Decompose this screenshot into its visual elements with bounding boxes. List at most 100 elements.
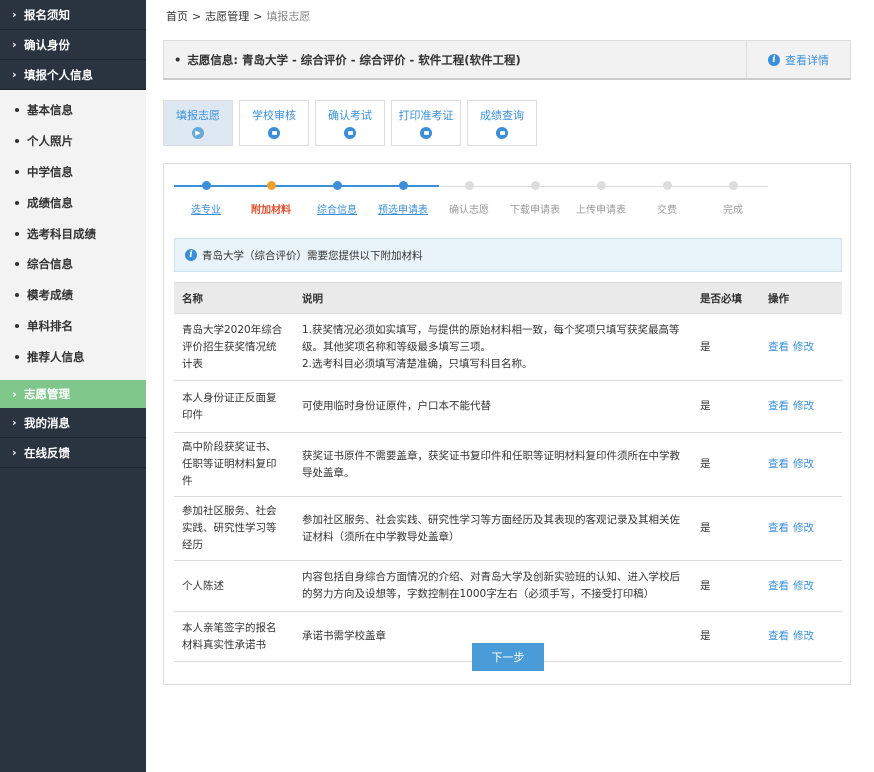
material-required: 是 [692, 380, 760, 433]
lock-icon [496, 127, 508, 139]
step-node [597, 181, 606, 190]
volunteer-info-bar: • 志愿信息: 青岛大学 - 综合评价 - 综合评价 - 软件工程(软件工程) i… [163, 40, 851, 80]
nav-item-personal-info[interactable]: › 填报个人信息 [0, 60, 146, 90]
subnav-comprehensive-info[interactable]: 综合信息 [0, 249, 146, 280]
column-header-description: 说明 [294, 282, 692, 314]
table-row: 参加社区服务、社会实践、研究性学习等经历 参加社区服务、社会实践、研究性学习等方… [174, 496, 842, 561]
info-icon: i [768, 53, 780, 66]
bullet-icon [15, 108, 19, 113]
material-description: 可使用临时身份证原件，户口本不能代替 [294, 380, 692, 433]
bullet-icon [15, 231, 19, 236]
nav-item-confirm-identity[interactable]: › 确认身份 [0, 30, 146, 60]
material-actions: 查看 修改 [760, 560, 842, 612]
tab-print-admission[interactable]: 打印准考证 [391, 100, 461, 146]
view-details-link[interactable]: i 查看详情 [746, 41, 850, 78]
nav-item-messages[interactable]: › 我的消息 [0, 408, 146, 439]
column-header-name: 名称 [174, 282, 294, 314]
lock-icon [344, 127, 356, 139]
nav-item-feedback[interactable]: › 在线反馈 [0, 438, 146, 469]
subnav-subject-rank[interactable]: 单科排名 [0, 311, 146, 342]
material-name: 高中阶段获奖证书、任职等证明材料复印件 [174, 432, 294, 497]
bullet-icon [15, 169, 19, 174]
edit-link[interactable]: 修改 [793, 458, 814, 470]
chevron-right-icon: › [12, 416, 17, 430]
edit-link[interactable]: 修改 [793, 630, 814, 642]
nav-item-volunteer-management[interactable]: › 志愿管理 [0, 380, 146, 409]
material-name: 青岛大学2020年综合评价招生获奖情况统计表 [174, 313, 294, 381]
breadcrumb-home[interactable]: 首页 [166, 10, 188, 23]
breadcrumb-separator: > [192, 10, 202, 23]
play-icon: ▶ [192, 127, 204, 139]
view-link[interactable]: 查看 [768, 630, 789, 642]
material-actions: 查看 修改 [760, 496, 842, 561]
subnav-elective-scores[interactable]: 选考科目成绩 [0, 218, 146, 249]
chevron-right-icon: › [12, 446, 17, 460]
material-required: 是 [692, 313, 760, 381]
edit-link[interactable]: 修改 [793, 522, 814, 534]
bullet-icon: • [174, 52, 182, 67]
material-name: 个人陈述 [174, 560, 294, 612]
nav-item-notice[interactable]: › 报名须知 [0, 0, 146, 30]
breadcrumb-current: 填报志愿 [266, 10, 311, 23]
view-link[interactable]: 查看 [768, 458, 789, 470]
material-name: 本人身份证正反面复印件 [174, 380, 294, 433]
view-link[interactable]: 查看 [768, 522, 789, 534]
bullet-icon [15, 323, 19, 328]
main-content: 首页 > 志愿管理 > 填报志愿 • 志愿信息: 青岛大学 - 综合评价 - 综合评价 -… [146, 0, 874, 772]
material-description: 1.获奖情况必须如实填写，与提供的原始材料相一致，每个奖项只填写获奖最高等级。其… [294, 313, 692, 381]
personal-info-submenu: 基本信息 个人照片 中学信息 成绩信息 选考科目成绩 综合信息 模考成绩 单科排… [0, 90, 146, 381]
table-row: 个人陈述 内容包括自身综合方面情况的介绍、对青岛大学及创新实验班的认知、进入学校… [174, 560, 842, 612]
subnav-mock-scores[interactable]: 模考成绩 [0, 280, 146, 311]
bullet-icon [15, 293, 19, 298]
edit-link[interactable]: 修改 [793, 580, 814, 592]
table-row: 青岛大学2020年综合评价招生获奖情况统计表 1.获奖情况必须如实填写，与提供的… [174, 313, 842, 381]
chevron-right-icon: › [12, 68, 17, 81]
subnav-basic-info[interactable]: 基本信息 [0, 95, 146, 126]
tab-confirm-exam[interactable]: 确认考试 [315, 100, 385, 146]
table-row: 高中阶段获奖证书、任职等证明材料复印件 获奖证书原件不需要盖章，获奖证书复印件和… [174, 432, 842, 497]
material-actions: 查看 修改 [760, 611, 842, 662]
material-actions: 查看 修改 [760, 313, 842, 381]
subnav-school-info[interactable]: 中学信息 [0, 157, 146, 188]
table-header-row: 名称 说明 是否必填 操作 [174, 282, 842, 314]
materials-table: 名称 说明 是否必填 操作 青岛大学2020年综合评价招生获奖情况统计表 1.获… [174, 282, 842, 662]
view-link[interactable]: 查看 [768, 580, 789, 592]
edit-link[interactable]: 修改 [793, 341, 814, 353]
edit-link[interactable]: 修改 [793, 400, 814, 412]
step-node [465, 181, 474, 190]
view-link[interactable]: 查看 [768, 400, 789, 412]
step-node [333, 181, 342, 190]
tab-score-query[interactable]: 成绩查询 [467, 100, 537, 146]
material-description: 参加社区服务、社会实践、研究性学习等方面经历及其表现的客观记录及其相关佐证材料（… [294, 496, 692, 561]
subnav-scores[interactable]: 成绩信息 [0, 187, 146, 218]
material-required: 是 [692, 611, 760, 662]
materials-notice: i 青岛大学（综合评价）需要您提供以下附加材料 [174, 238, 842, 272]
table-row: 本人身份证正反面复印件 可使用临时身份证原件，户口本不能代替 是 查看 修改 [174, 380, 842, 433]
subnav-photo[interactable]: 个人照片 [0, 126, 146, 157]
view-link[interactable]: 查看 [768, 341, 789, 353]
next-step-button[interactable]: 下一步 [472, 643, 544, 671]
tab-fill-volunteer[interactable]: 填报志愿 ▶ [163, 100, 233, 146]
lock-icon [420, 127, 432, 139]
step-node [531, 181, 540, 190]
volunteer-info-label: • 志愿信息: 青岛大学 - 综合评价 - 综合评价 - 软件工程(软件工程) [174, 52, 521, 67]
process-tabs: 填报志愿 ▶ 学校审核 确认考试 打印准考证 成绩查询 [163, 100, 537, 146]
subnav-referrer[interactable]: 推荐人信息 [0, 341, 146, 372]
material-required: 是 [692, 432, 760, 497]
chevron-right-icon: › [12, 387, 17, 402]
step-node [399, 181, 408, 190]
bullet-icon [15, 262, 19, 267]
column-header-actions: 操作 [760, 282, 842, 314]
material-required: 是 [692, 560, 760, 612]
step-node [663, 181, 672, 190]
material-actions: 查看 修改 [760, 432, 842, 497]
column-header-required: 是否必填 [692, 282, 760, 314]
bullet-icon [15, 354, 19, 359]
chevron-right-icon: › [12, 8, 17, 21]
step-node [729, 181, 738, 190]
tab-school-review[interactable]: 学校审核 [239, 100, 309, 146]
breadcrumb-parent[interactable]: 志愿管理 [205, 10, 249, 23]
step-node [267, 181, 276, 190]
material-required: 是 [692, 496, 760, 561]
material-name: 本人亲笔签字的报名材料真实性承诺书 [174, 611, 294, 662]
